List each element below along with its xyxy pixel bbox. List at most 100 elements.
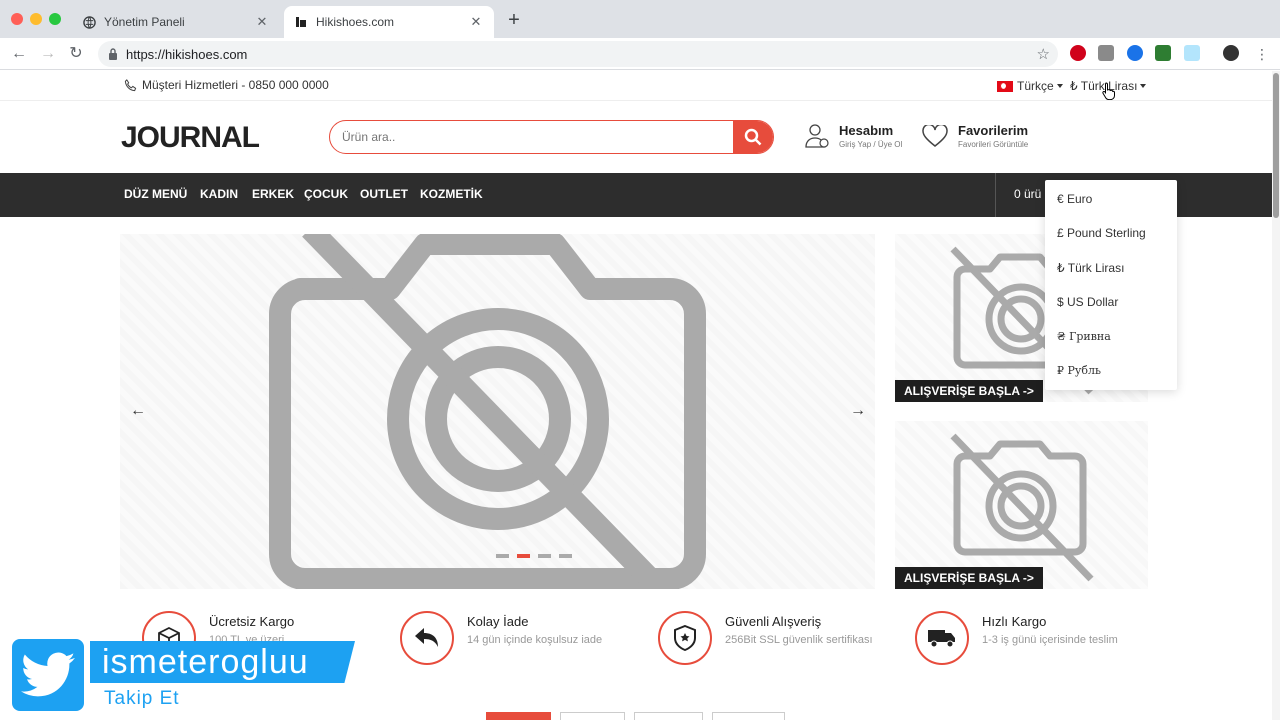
extension-light-icon[interactable] [1184,45,1200,61]
slider-prev-arrow[interactable]: ← [130,402,146,420]
search-form [329,120,774,154]
image-placeholder-icon [950,433,1094,582]
slider-dot[interactable] [538,554,551,558]
product-tab[interactable] [634,712,703,720]
phone-text: Müşteri Hizmetleri - 0850 000 0000 [142,78,329,92]
feature-title: Ücretsiz Kargo [209,614,295,629]
tab-yonetim-paneli[interactable]: Yönetim Paneli ✕ [72,6,280,38]
hero-slider[interactable]: ← → [120,234,875,589]
twitter-bird-icon [12,639,84,711]
minimize-window-button[interactable] [30,13,42,25]
currency-dropdown: € Euro £ Pound Sterling ₺ Türk Lirası $ … [1045,180,1177,390]
site-favicon-icon [294,15,308,29]
reload-button[interactable]: ↻ [66,44,86,64]
favorites-title: Favorilerim [958,123,1029,138]
search-icon [744,128,762,146]
maximize-window-button[interactable] [49,13,61,25]
shield-badge-icon [658,611,712,665]
caret-down-icon [1140,84,1147,88]
language-label: Türkçe [1017,79,1054,93]
customer-service: Müşteri Hizmetleri - 0850 000 0000 [124,78,329,92]
account-subtitle: Giriş Yap / Üye Ol [839,140,903,149]
side-banner-bottom[interactable]: ALIŞVERİŞE BAŞLA -> [895,421,1148,589]
currency-option-ruble[interactable]: ₽ Рубль [1057,364,1101,377]
shop-now-button[interactable]: ALIŞVERİŞE BAŞLA -> [895,567,1043,589]
cart-label: 0 ürü [1014,187,1042,201]
currency-option-euro[interactable]: € Euro [1057,192,1092,206]
slider-dot-active[interactable] [517,554,530,558]
nav-item-duz-menu[interactable]: DÜZ MENÜ [124,187,187,201]
feature-fast-shipping: Hızlı Kargo 1-3 iş günü içerisinde tesli… [915,609,1145,669]
feature-title: Kolay İade [467,614,529,629]
heart-icon [922,125,948,147]
browser-tab-bar: Yönetim Paneli ✕ Hikishoes.com ✕ + [0,0,1280,38]
tab-close-icon[interactable]: ✕ [254,14,270,30]
product-tab[interactable] [560,712,625,720]
extension-green-icon[interactable] [1155,45,1171,61]
favorites-link[interactable]: Favorilerim Favorileri Görüntüle [922,123,1028,149]
favorites-subtitle: Favorileri Görüntüle [958,140,1029,149]
slider-dot[interactable] [496,554,509,558]
address-bar[interactable]: https://hikishoes.com ☆ [98,41,1058,67]
extension-red-icon[interactable] [1070,45,1086,61]
camera-extension-icon[interactable] [1098,45,1114,61]
feature-secure-shopping: Güvenli Alışveriş 256Bit SSL güvenlik se… [658,609,888,669]
currency-option-pound[interactable]: £ Pound Sterling [1057,226,1146,240]
back-button[interactable]: ← [9,44,29,64]
twitter-follow-overlay[interactable]: ismeterogluu Takip Et [12,639,357,714]
lock-icon [109,48,117,60]
delivery-truck-icon [915,611,969,665]
slider-next-arrow[interactable]: → [850,402,866,420]
close-window-button[interactable] [11,13,23,25]
browser-menu-icon[interactable]: ⋮ [1252,44,1272,64]
scrollbar-thumb[interactable] [1273,73,1279,218]
slider-pagination [496,554,572,558]
tab-close-icon[interactable]: ✕ [468,14,484,30]
return-arrow-icon [400,611,454,665]
nav-item-outlet[interactable]: OUTLET [360,187,408,201]
feature-title: Güvenli Alışveriş [725,614,822,629]
tab-label: Hikishoes.com [316,15,395,29]
feature-title: Hızlı Kargo [982,614,1047,629]
feature-easy-return: Kolay İade 14 gün içinde koşulsuz iade [400,609,630,669]
language-selector[interactable]: Türkçe [997,79,1063,93]
user-icon [805,124,829,148]
tab-label: Yönetim Paneli [104,15,185,29]
account-link[interactable]: Hesabım Giriş Yap / Üye Ol [805,123,902,149]
new-tab-button[interactable]: + [504,10,524,30]
phone-icon [124,78,137,91]
product-tab-active[interactable] [486,712,551,720]
forward-button[interactable]: → [38,44,58,64]
nav-item-kozmetik[interactable]: KOZMETİK [420,187,483,201]
globe-icon [82,15,96,29]
currency-option-dollar[interactable]: $ US Dollar [1057,295,1118,309]
slider-dot[interactable] [559,554,572,558]
shop-now-button[interactable]: ALIŞVERİŞE BAŞLA -> [895,380,1043,402]
feature-subtitle: 1-3 iş günü içerisinde teslim [982,634,1118,646]
nav-item-cocuk[interactable]: ÇOCUK [304,187,348,201]
image-placeholder-icon [269,234,706,589]
twitter-handle: ismeterogluu [90,641,355,683]
product-tab[interactable] [712,712,785,720]
site-header: JOURNAL Hesabım Giriş Yap / Üye Ol Favor… [0,101,1272,173]
currency-option-lira[interactable]: ₺ Türk Lirası [1057,261,1124,275]
nav-item-kadin[interactable]: KADIN [200,187,238,201]
profile-avatar-icon[interactable] [1223,45,1239,61]
bookmark-star-icon[interactable]: ☆ [1037,45,1050,63]
page-scrollbar[interactable] [1272,71,1280,720]
follow-label: Takip Et [104,688,180,709]
currency-option-hryvnia[interactable]: ₴ Гривна [1057,330,1111,343]
hand-cursor-icon [1102,82,1115,100]
caret-down-icon [1056,84,1063,88]
tab-hikishoes[interactable]: Hikishoes.com ✕ [284,6,494,38]
search-input[interactable] [330,130,733,144]
search-button[interactable] [733,121,773,153]
website-viewport: Müşteri Hizmetleri - 0850 000 0000 Türkç… [0,71,1272,720]
account-title: Hesabım [839,123,894,138]
feature-subtitle: 256Bit SSL güvenlik sertifikası [725,634,873,646]
site-logo[interactable]: JOURNAL [121,121,260,155]
extension-blue-icon[interactable] [1127,45,1143,61]
turkey-flag-icon [997,80,1013,92]
nav-item-erkek[interactable]: ERKEK [252,187,294,201]
browser-toolbar: ← → ↻ https://hikishoes.com ☆ ⋮ [0,38,1280,70]
